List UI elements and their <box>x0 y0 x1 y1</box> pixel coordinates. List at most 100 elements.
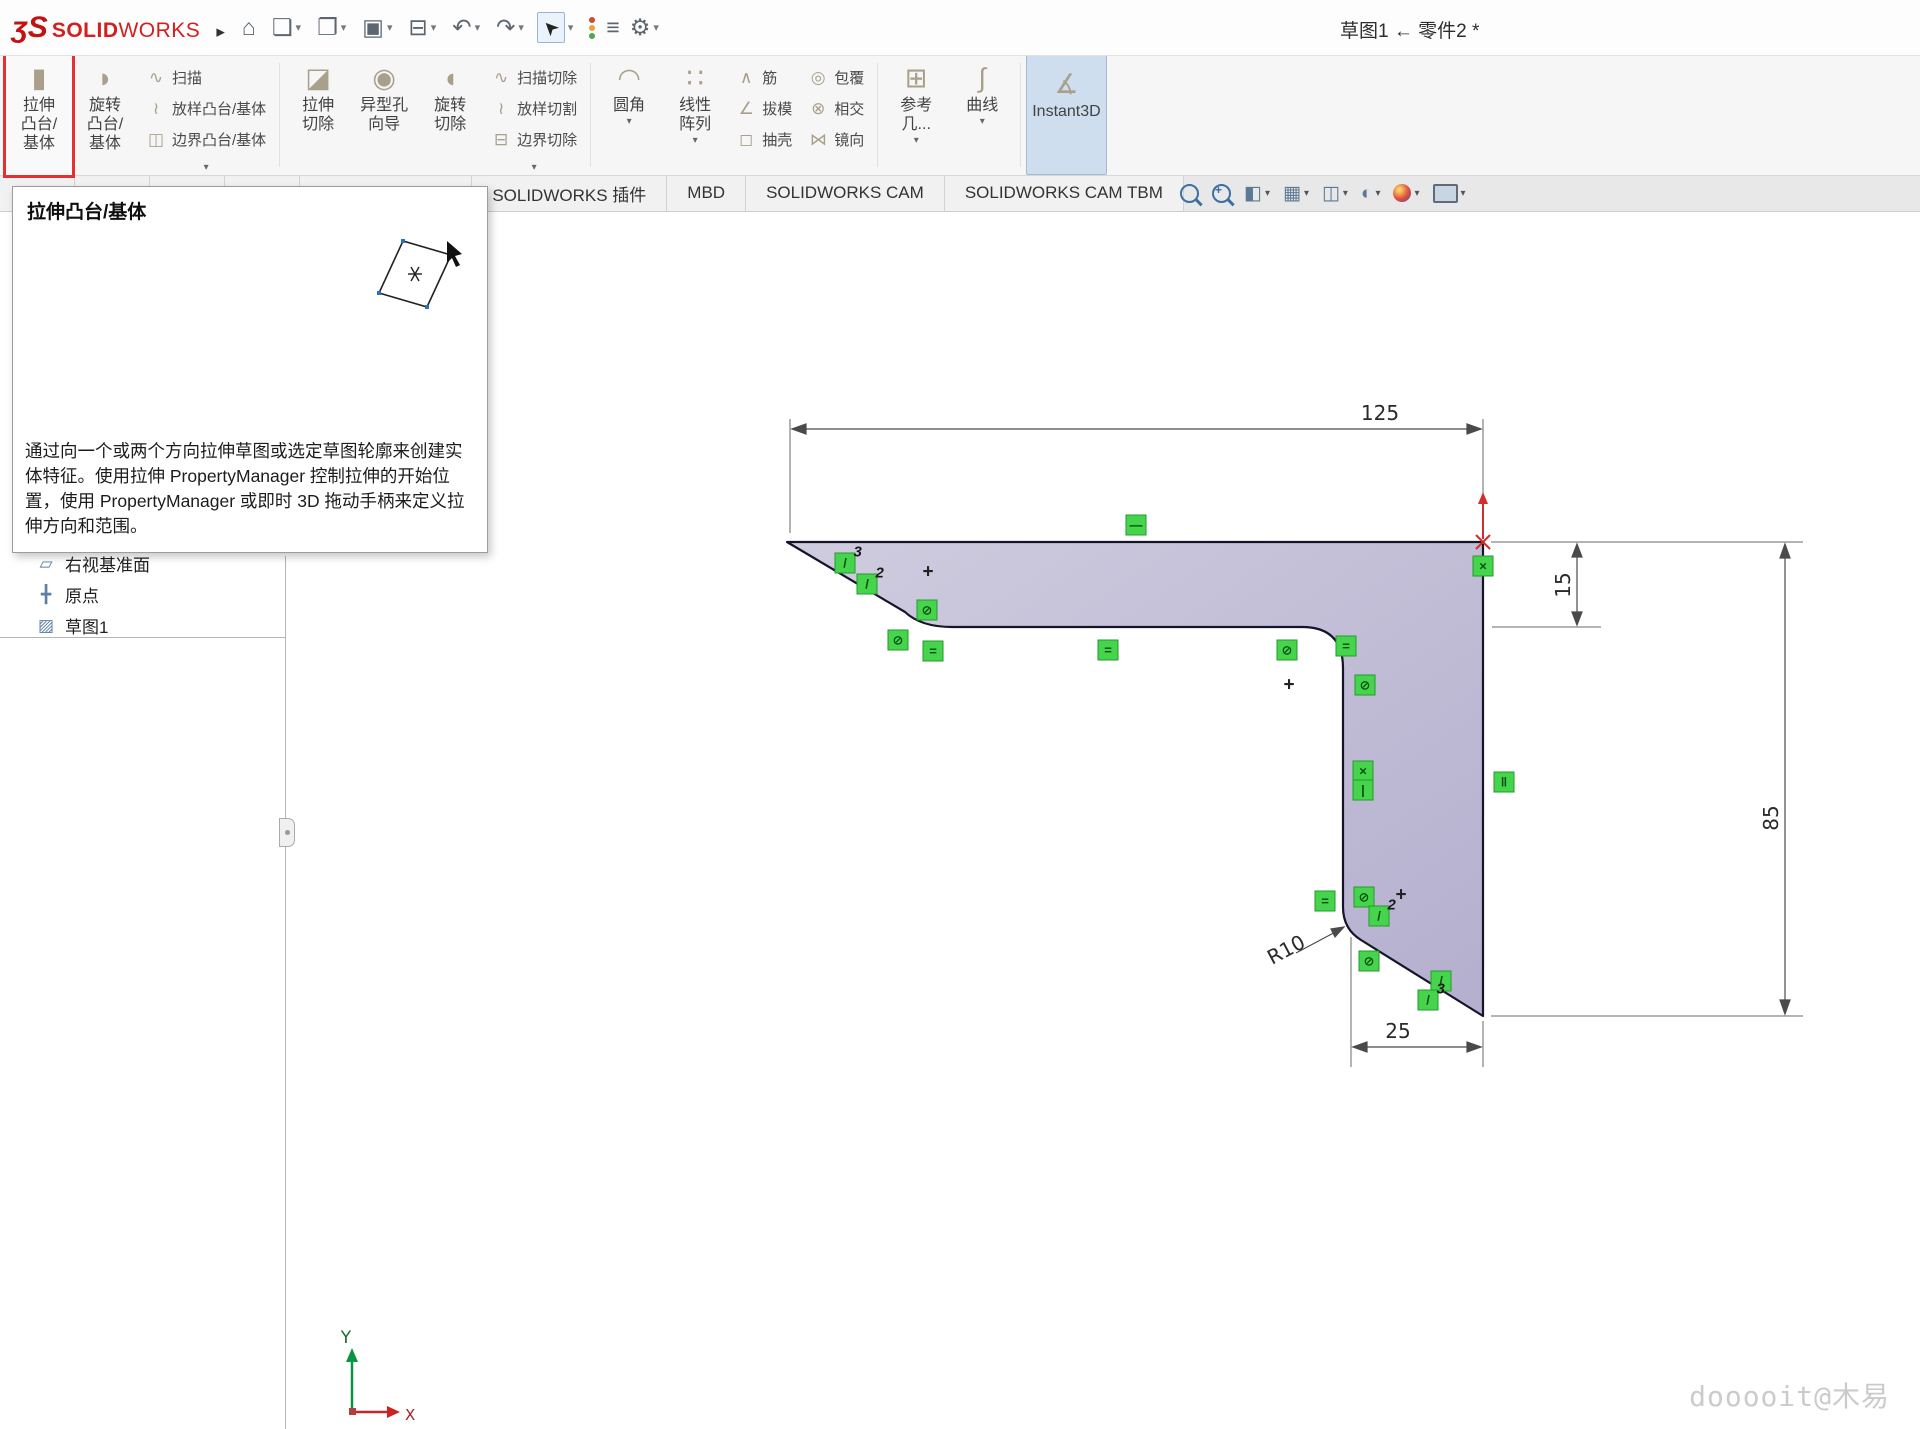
revolve-boss-button[interactable]: ◗旋转凸台/基体 <box>72 55 138 175</box>
print-button[interactable]: ⊟▾ <box>403 13 441 42</box>
settings-button[interactable]: ⚙ ▾ <box>625 13 664 42</box>
open-button[interactable]: ❐▾ <box>312 13 351 42</box>
intersect-button[interactable]: ⊗相交 <box>808 93 864 124</box>
instant3d-button[interactable]: ∡Instant3D <box>1026 55 1106 175</box>
hide-show-items-button[interactable]: ◐▾ <box>1361 184 1381 203</box>
draft-button[interactable]: ∠拔模 <box>736 93 792 124</box>
sweep-boss-button[interactable]: ∿扫描 <box>146 62 266 93</box>
panel-splitter[interactable] <box>285 556 286 1429</box>
rib-button[interactable]: ∧筋 <box>736 62 792 93</box>
dropdown-caret-icon[interactable]: ▾ <box>914 135 919 146</box>
dropdown-caret-icon[interactable]: ▾ <box>387 21 393 34</box>
dropdown-caret-icon[interactable]: ▾ <box>653 21 659 34</box>
traffic-light-icon[interactable] <box>583 14 601 42</box>
tree-item-origin[interactable]: ╋原点 <box>0 579 285 610</box>
select-tool-caret-icon[interactable]: ▾ <box>568 21 574 34</box>
dropdown-caret-icon[interactable]: ▾ <box>341 21 347 34</box>
display-style-button[interactable]: ◫▾ <box>1322 184 1348 203</box>
undo-button[interactable]: ↶▾ <box>447 13 485 42</box>
revolve-cut-button[interactable]: ◖旋转切除 <box>417 55 483 175</box>
reference-geometry-button-icon: ⊞ <box>905 60 928 96</box>
solidworks-logo: ʒS SOLIDWORKS ▸ <box>0 11 237 45</box>
command-manager-ribbon: ▮拉伸凸台/基体◗旋转凸台/基体 ∿扫描≀放样凸台/基体◫边界凸台/基体 ▾ ◪拉伸切… <box>0 55 1920 176</box>
document-options-button[interactable]: ≡ <box>601 13 624 42</box>
loft-boss-button[interactable]: ≀放样凸台/基体 <box>146 93 266 124</box>
dropdown-caret-icon[interactable]: ▾ <box>1343 188 1348 199</box>
mirror-button-icon: ⋈ <box>808 130 828 150</box>
wrap-button-icon: ◎ <box>808 68 828 88</box>
dropdown-caret-icon[interactable]: ▾ <box>693 135 698 146</box>
save-button[interactable]: ▣▾ <box>357 13 397 42</box>
dropdown-caret-icon[interactable]: ▾ <box>532 162 537 173</box>
extrude-tooltip: 拉伸凸台/基体 通过向一个或两个方向拉伸草图或选定草图轮廓来创建实体特征。使用拉… <box>12 186 488 553</box>
sketch-point-asterisk <box>408 267 422 281</box>
boundary-cut-button[interactable]: ⊟边界切除 <box>491 124 577 155</box>
solidworks-logo-mark: ʒS <box>12 11 48 45</box>
hole-wizard-button[interactable]: ◉异型孔向导 <box>351 55 417 175</box>
loft-boss-button-icon: ≀ <box>146 99 166 119</box>
tab-MBD[interactable]: MBD <box>667 175 746 211</box>
section-view-button[interactable]: ◧▾ <box>1244 184 1270 203</box>
select-tool-button[interactable]: ➤ <box>537 12 565 43</box>
dropdown-caret-icon[interactable]: ▾ <box>475 21 481 34</box>
new-document-icon: ❏ <box>272 16 293 39</box>
redo-button[interactable]: ↷▾ <box>491 13 529 42</box>
dropdown-caret-icon[interactable]: ▾ <box>1265 188 1270 199</box>
dropdown-caret-icon[interactable]: ▾ <box>431 21 437 34</box>
dropdown-caret-icon[interactable]: ▾ <box>1414 188 1419 199</box>
linear-pattern-button[interactable]: ∷线性阵列▾ <box>662 55 728 175</box>
undo-icon: ↶ <box>452 16 471 39</box>
print-icon: ⊟ <box>408 16 427 39</box>
sketch-icon: ▨ <box>36 616 56 636</box>
draft-button-icon: ∠ <box>736 99 756 119</box>
extrude-boss-button[interactable]: ▮拉伸凸台/基体 <box>6 55 72 175</box>
dropdown-caret-icon[interactable]: ▾ <box>204 162 209 173</box>
dropdown-caret-icon[interactable]: ▾ <box>518 21 524 34</box>
view-settings-button[interactable]: ▾ <box>1433 184 1466 203</box>
cursor-arrow-icon <box>447 241 462 267</box>
tab-SOLIDWORKS 插件[interactable]: SOLIDWORKS 插件 <box>472 175 667 211</box>
tab-SOLIDWORKS CAM TBM[interactable]: SOLIDWORKS CAM TBM <box>945 175 1184 211</box>
view-orientation-icon: ▦ <box>1283 184 1301 203</box>
dropdown-caret-icon[interactable]: ▾ <box>1461 188 1466 199</box>
sweep-cut-button[interactable]: ∿扫描切除 <box>491 62 577 93</box>
extrude-cut-button[interactable]: ◪拉伸切除 <box>285 55 351 175</box>
mirror-button[interactable]: ⋈镜向 <box>808 124 864 155</box>
wrap-button[interactable]: ◎包覆 <box>808 62 864 93</box>
plane-icon: ▱ <box>36 554 56 574</box>
shell-button[interactable]: ◻抽壳 <box>736 124 792 155</box>
zoom-area-button[interactable]: + <box>1212 184 1231 203</box>
view-orientation-button[interactable]: ▦▾ <box>1283 184 1309 203</box>
curves-button[interactable]: ∫曲线▾ <box>949 55 1015 175</box>
origin-icon: ╋ <box>36 585 56 605</box>
title-bar: ʒS SOLIDWORKS ▸ ⌂❏▾❐▾▣▾⊟▾↶▾↷▾ ➤ ▾ ≡ ⚙ ▾ … <box>0 0 1920 56</box>
tab-SOLIDWORKS CAM[interactable]: SOLIDWORKS CAM <box>746 175 945 211</box>
loft-cut-button-icon: ≀ <box>491 99 511 119</box>
zoom-fit-button[interactable] <box>1180 184 1199 203</box>
edit-appearance-button[interactable]: ▾ <box>1393 184 1419 202</box>
dropdown-caret-icon[interactable]: ▾ <box>627 116 632 127</box>
reference-geometry-button[interactable]: ⊞参考几...▾ <box>883 55 949 175</box>
dropdown-caret-icon[interactable]: ▾ <box>980 116 985 127</box>
dropdown-caret-icon[interactable]: ▾ <box>296 21 302 34</box>
fillet-button[interactable]: ◠圆角▾ <box>596 55 662 175</box>
dropdown-caret-icon[interactable]: ▾ <box>1375 188 1380 199</box>
loft-cut-button[interactable]: ≀放样切割 <box>491 93 577 124</box>
tooltip-sketch-illustration <box>363 229 467 330</box>
menu-expand-arrow-icon[interactable]: ▸ <box>216 22 225 42</box>
options-list-icon: ≡ <box>606 16 619 39</box>
heads-up-view-toolbar: +◧▾▦▾◫▾◐▾▾▾ <box>1180 175 1466 211</box>
revolve-cut-button-icon: ◖ <box>442 60 458 96</box>
ribbon-groups: ▮拉伸凸台/基体◗旋转凸台/基体 ∿扫描≀放样凸台/基体◫边界凸台/基体 ▾ ◪拉伸切… <box>0 55 1920 175</box>
dropdown-caret-icon[interactable]: ▾ <box>1304 188 1309 199</box>
document-title: 草图1 ← 零件2 * <box>1340 16 1479 43</box>
home-icon: ⌂ <box>242 16 256 39</box>
hide-show-items-icon: ◐ <box>1361 184 1372 203</box>
boundary-boss-button[interactable]: ◫边界凸台/基体 <box>146 124 266 155</box>
fillet-button-icon: ◠ <box>617 60 641 96</box>
new-document-button[interactable]: ❏▾ <box>267 13 306 42</box>
panel-collapse-handle[interactable] <box>279 818 295 847</box>
zoom-fit-icon <box>1180 184 1199 203</box>
home-button[interactable]: ⌂ <box>237 13 261 42</box>
zoom-area-icon: + <box>1212 184 1231 203</box>
